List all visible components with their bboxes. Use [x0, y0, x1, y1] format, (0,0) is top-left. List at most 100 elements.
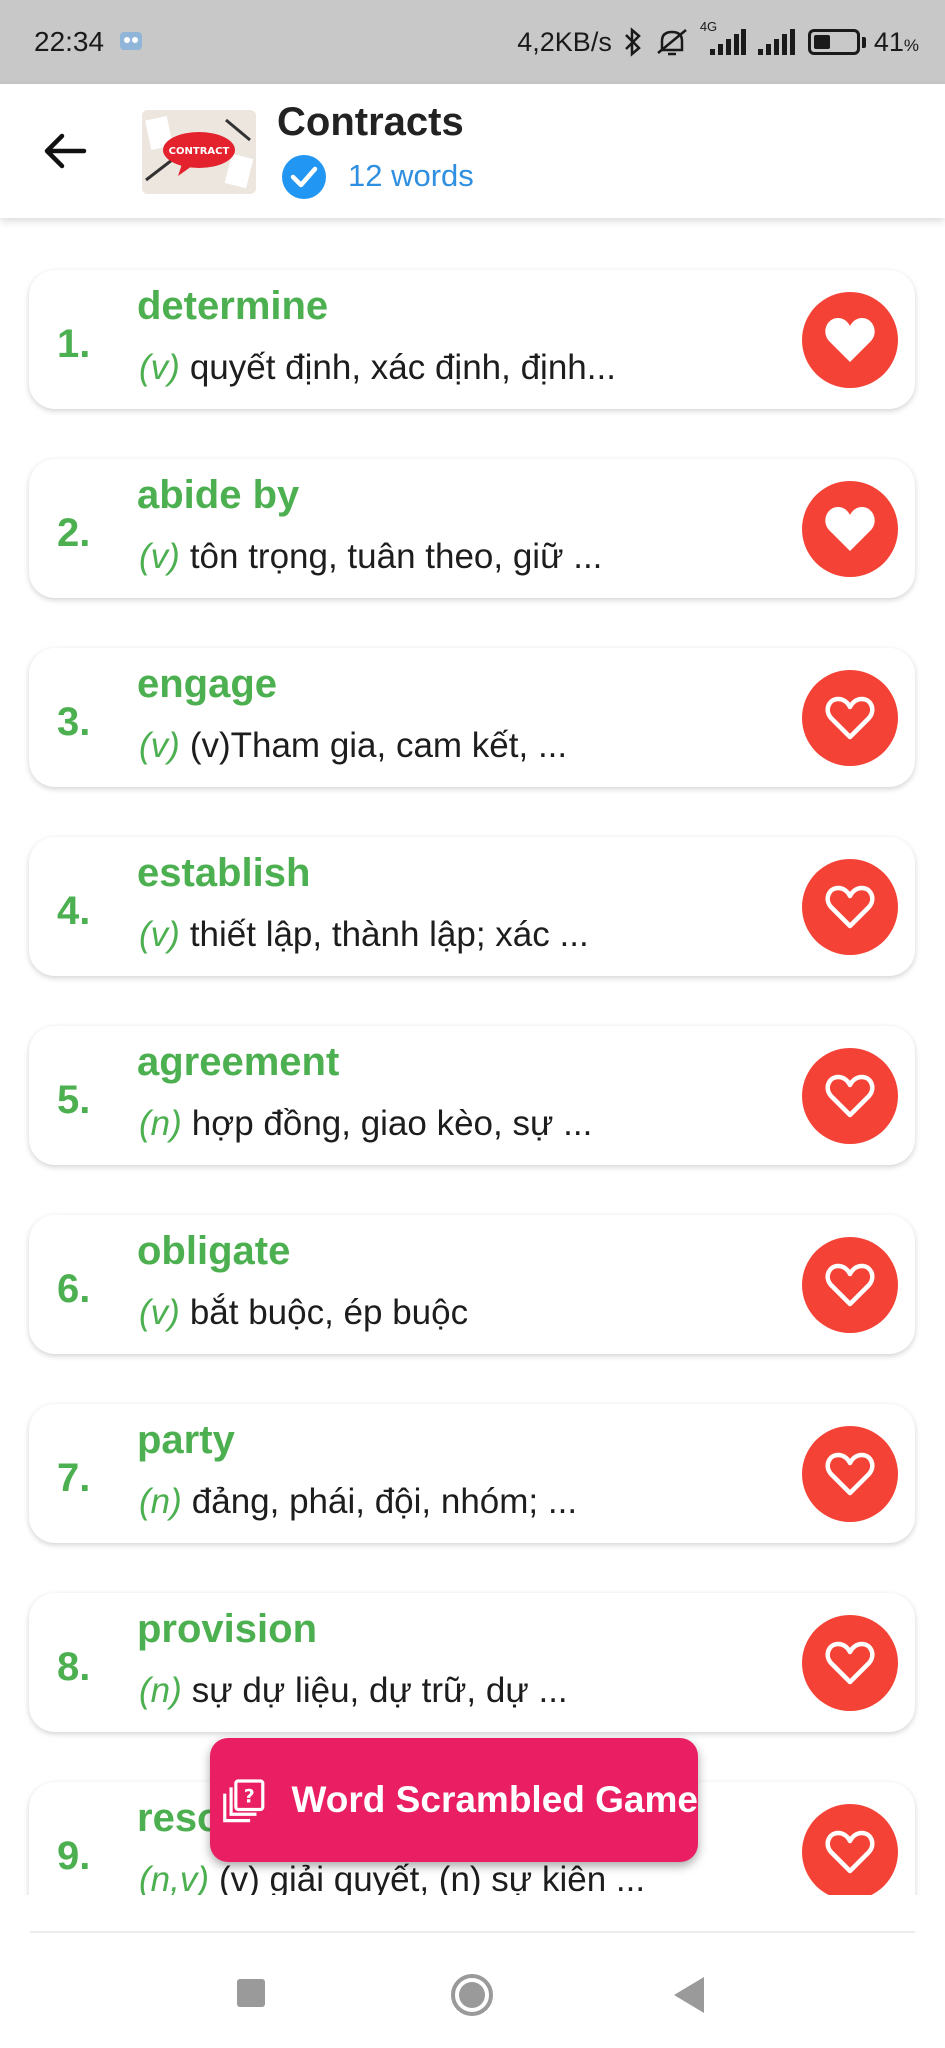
part-of-speech: (v) [139, 915, 180, 954]
status-bar: 22:34 4,2KB/s 4G 41% [0, 0, 945, 84]
word-meaning: quyết định, xác định, định... [189, 348, 616, 387]
word-definition: (v) (v)Tham gia, cam kết, ... [139, 726, 567, 766]
word-index: 3. [57, 700, 91, 744]
heart-outline-icon [824, 883, 876, 931]
word-index: 6. [57, 1267, 91, 1311]
word-index: 2. [57, 511, 91, 555]
nav-back-button[interactable] [672, 1975, 706, 2015]
word-definition: (v) tôn trọng, tuân theo, giữ ... [139, 537, 602, 577]
word-term: obligate [137, 1229, 291, 1273]
part-of-speech: (v) [139, 726, 180, 765]
part-of-speech: (v) [139, 348, 180, 387]
word-definition: (v) bắt buộc, ép buộc [139, 1293, 468, 1333]
status-time: 22:34 [34, 26, 105, 57]
word-definition: (n) đảng, phái, đội, nhóm; ... [139, 1482, 577, 1522]
topic-thumbnail: CONTRACT [142, 110, 256, 194]
signal-icon [757, 29, 795, 55]
word-index: 5. [57, 1078, 91, 1122]
word-meaning: bắt buộc, ép buộc [189, 1293, 469, 1332]
word-term: provision [137, 1607, 318, 1651]
favorite-heart-button[interactable] [802, 1426, 898, 1522]
word-index: 7. [57, 1456, 91, 1500]
favorite-heart-button[interactable] [802, 1237, 898, 1333]
heart-outline-icon [824, 1639, 876, 1687]
part-of-speech: (n) [139, 1104, 182, 1143]
heart-outline-icon [824, 1450, 876, 1498]
favorite-heart-button[interactable] [802, 859, 898, 955]
signal-4g-icon: 4G [700, 19, 746, 57]
part-of-speech: (v) [139, 1293, 180, 1332]
word-list: 1. determine (v) quyết định, xác định, định… [0, 240, 945, 1895]
word-term: party [137, 1418, 235, 1462]
word-term: establish [137, 851, 311, 895]
battery-indicator: 41% [807, 26, 919, 58]
thumbnail-text: CONTRACT [169, 146, 230, 157]
silent-mode-icon [657, 29, 687, 56]
page-title: Contracts [277, 100, 464, 144]
favorite-heart-button[interactable] [802, 292, 898, 388]
battery-percent: 41 [873, 26, 904, 57]
word-meaning: sự dự liệu, dự trữ, dự ... [191, 1671, 568, 1710]
network-type-label: 4G [699, 19, 718, 34]
svg-text:?: ? [244, 1785, 255, 1807]
verified-check-icon [282, 155, 326, 199]
heart-filled-icon [824, 505, 876, 553]
favorite-heart-button[interactable] [802, 670, 898, 766]
part-of-speech: (n) [139, 1482, 182, 1521]
network-speed: 4,2KB/s [517, 26, 612, 57]
word-card[interactable]: 7. party (n) đảng, phái, đội, nhóm; ... [29, 1404, 915, 1543]
word-meaning: thiết lập, thành lập; xác ... [189, 915, 589, 954]
word-meaning: đảng, phái, đội, nhóm; ... [191, 1482, 578, 1521]
bluetooth-icon [624, 27, 641, 57]
word-term: agreement [137, 1040, 340, 1084]
word-index: 4. [57, 889, 91, 933]
app-bar: CONTRACT Contracts 12 words [0, 84, 945, 218]
battery-icon [807, 29, 860, 55]
word-meaning: tôn trọng, tuân theo, giữ ... [189, 537, 603, 576]
word-term: abide by [137, 473, 300, 517]
part-of-speech: (n,v) [139, 1860, 209, 1895]
word-card[interactable]: 3. engage (v) (v)Tham gia, cam kết, ... [29, 648, 915, 787]
word-term: engage [137, 662, 278, 706]
heart-filled-icon [824, 316, 876, 364]
quiz-cards-icon: ? [223, 1779, 265, 1823]
battery-unit: % [903, 35, 919, 55]
word-index: 9. [57, 1834, 91, 1878]
word-card[interactable]: 8. provision (n) sự dự liệu, dự trữ, dự ... [29, 1593, 915, 1732]
word-definition: (n) hợp đồng, giao kèo, sự ... [139, 1104, 592, 1144]
word-card[interactable]: 5. agreement (n) hợp đồng, giao kèo, sự ... [29, 1026, 915, 1165]
word-term: determine [137, 284, 329, 328]
word-definition: (v) quyết định, xác định, định... [139, 348, 616, 388]
part-of-speech: (v) [139, 537, 180, 576]
word-meaning: hợp đồng, giao kèo, sự ... [191, 1104, 593, 1143]
word-scrambled-game-button[interactable]: ? Word Scrambled Game [210, 1738, 698, 1862]
word-definition: (n,v) (v) giải quyết, (n) sự kiên ... [139, 1860, 645, 1895]
word-index: 1. [57, 322, 91, 366]
word-meaning: (v)Tham gia, cam kết, ... [189, 726, 568, 765]
word-index: 8. [57, 1645, 91, 1689]
game-button-label: Word Scrambled Game [291, 1779, 698, 1820]
heart-outline-icon [824, 1072, 876, 1120]
part-of-speech: (n) [139, 1671, 182, 1710]
word-card[interactable]: 1. determine (v) quyết định, xác định, định… [29, 270, 915, 409]
word-card[interactable]: 2. abide by (v) tôn trọng, tuân theo, giữ .… [29, 459, 915, 598]
favorite-heart-button[interactable] [802, 1615, 898, 1711]
notification-app-icon [120, 32, 142, 50]
back-arrow-icon[interactable] [40, 126, 90, 176]
favorite-heart-button[interactable] [802, 481, 898, 577]
recents-button[interactable] [237, 1979, 265, 2007]
favorite-heart-button[interactable] [802, 1048, 898, 1144]
word-definition: (n) sự dự liệu, dự trữ, dự ... [139, 1671, 568, 1711]
word-meaning: (v) giải quyết, (n) sự kiên ... [219, 1860, 646, 1895]
favorite-heart-button[interactable] [802, 1804, 898, 1895]
nav-divider [30, 1931, 915, 1933]
heart-outline-icon [824, 694, 876, 742]
heart-outline-icon [824, 1261, 876, 1309]
word-definition: (v) thiết lập, thành lập; xác ... [139, 915, 589, 955]
word-card[interactable]: 6. obligate (v) bắt buộc, ép buộc [29, 1215, 915, 1354]
word-card[interactable]: 4. establish (v) thiết lập, thành lập; xác … [29, 837, 915, 976]
word-count: 12 words [348, 158, 474, 193]
home-button[interactable] [450, 1973, 494, 2017]
system-nav-bar [0, 1895, 945, 2048]
heart-outline-icon [824, 1828, 876, 1876]
